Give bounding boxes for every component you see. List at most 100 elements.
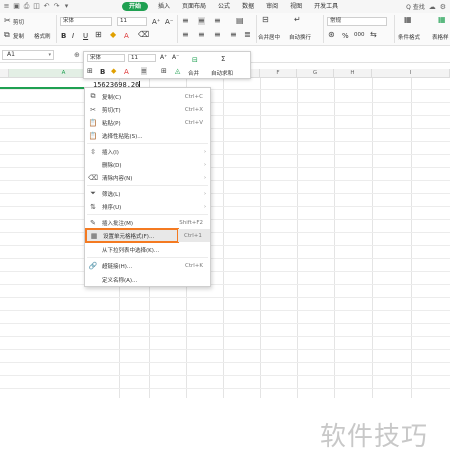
font-color-icon[interactable]: A xyxy=(124,32,129,40)
mini-merge-button[interactable]: 合并 xyxy=(188,69,199,77)
mini-shrink-font-button[interactable]: A⁻ xyxy=(172,54,179,61)
cut-button[interactable]: 剪切 xyxy=(13,18,24,26)
mini-font-name-select[interactable]: 宋体 xyxy=(87,54,125,62)
column-header-i[interactable]: I xyxy=(372,69,450,78)
conditional-format-icon[interactable]: ▦ xyxy=(404,16,412,24)
table-style-button[interactable]: 表格样 xyxy=(432,33,449,41)
align-right-icon[interactable]: ≡ xyxy=(214,31,221,39)
italic-button[interactable]: I xyxy=(72,32,74,40)
corner-select-all[interactable] xyxy=(0,69,9,78)
paste-icon: 📋 xyxy=(88,118,98,127)
preview-icon[interactable]: ◫ xyxy=(33,3,40,10)
tab-developer[interactable]: 开发工具 xyxy=(308,0,344,13)
mini-autosum-button[interactable]: 自动求和 xyxy=(211,69,233,77)
menu-item-delete[interactable]: 删除(D) › xyxy=(85,158,210,171)
tab-review[interactable]: 审阅 xyxy=(260,0,284,13)
wrap-text-icon[interactable]: ↵ xyxy=(294,16,301,24)
mini-border-icon[interactable]: ⊞ xyxy=(161,67,167,75)
table-style-icon[interactable]: ▦ xyxy=(438,16,446,24)
mini-bold-button[interactable]: B xyxy=(100,68,105,76)
distribute-icon[interactable]: ≣ xyxy=(244,31,251,39)
tab-formulas[interactable]: 公式 xyxy=(212,0,236,13)
print-icon[interactable]: ⎙ xyxy=(23,3,30,10)
eraser-icon: ⌫ xyxy=(88,173,98,182)
menu-item-copy[interactable]: ⧉ 复制(C) Ctrl+C xyxy=(85,90,210,103)
merge-center-button[interactable]: 合并居中 xyxy=(258,33,280,41)
align-left-icon[interactable]: ≡ xyxy=(182,31,189,39)
menu-item-insert-comment[interactable]: ✎ 插入批注(M) Shift+F2 xyxy=(85,216,210,229)
menu-item-shortcut: Ctrl+1 xyxy=(184,232,202,239)
menu-item-clear-contents[interactable]: ⌫ 清除内容(N) › xyxy=(85,171,210,184)
copy-button[interactable]: 复制 xyxy=(13,32,24,40)
mini-merge-icon[interactable]: ⊟ xyxy=(192,56,198,64)
menu-item-pick-from-list[interactable]: 从下拉列表中选择(K)... xyxy=(85,243,210,256)
mini-autosum-icon[interactable]: Σ xyxy=(221,55,225,63)
align-top-icon[interactable]: ≡ xyxy=(182,17,189,25)
menu-item-format-cells[interactable]: ▦ 设置单元格格式(F)... xyxy=(85,228,179,243)
menu-item-shortcut: Shift+F2 xyxy=(179,219,203,226)
menu-item-sort[interactable]: ⇅ 排序(U) › xyxy=(85,200,210,213)
chevron-down-icon[interactable]: ▾ xyxy=(63,3,70,10)
settings-icon[interactable]: ⚙ xyxy=(440,3,446,11)
mini-align-center-icon[interactable]: ≡ xyxy=(141,67,147,75)
mini-font-size-select[interactable]: 11 xyxy=(128,54,156,62)
tab-insert[interactable]: 插入 xyxy=(152,0,176,13)
align-middle-icon[interactable]: ≡ xyxy=(198,17,205,25)
shrink-font-icon[interactable]: A⁻ xyxy=(165,18,173,26)
menu-item-paste-special[interactable]: 📋 选择性粘贴(S)... xyxy=(85,129,210,142)
menu-item-filter[interactable]: ⏷ 筛选(L) › xyxy=(85,187,210,200)
search-command[interactable]: Q 查找 xyxy=(406,2,425,11)
conditional-format-button[interactable]: 条件格式 xyxy=(398,33,420,41)
chevron-down-icon[interactable]: ▾ xyxy=(48,51,51,59)
menu-item-format-cells-shortcut-area[interactable]: Ctrl+1 xyxy=(178,229,210,242)
grow-font-icon[interactable]: A⁺ xyxy=(152,18,160,26)
name-box[interactable]: A1 ▾ xyxy=(2,50,54,60)
tab-home[interactable]: 开始 xyxy=(122,2,149,11)
font-size-select[interactable]: 11 xyxy=(117,17,147,26)
selected-cell-a1[interactable] xyxy=(0,86,85,89)
number-format-select[interactable]: 常规 xyxy=(327,17,387,26)
cut-icon[interactable]: ✂ xyxy=(4,17,11,25)
redo-icon[interactable]: ↷ xyxy=(53,3,60,10)
column-header-f[interactable]: F xyxy=(260,69,297,78)
menu-item-define-name[interactable]: 定义名称(A)... xyxy=(85,273,210,286)
save-icon[interactable]: ▣ xyxy=(13,3,20,10)
font-name-select[interactable]: 宋体 xyxy=(60,17,112,26)
undo-icon[interactable]: ↶ xyxy=(43,3,50,10)
mini-font-color-icon[interactable]: A xyxy=(124,68,129,76)
format-painter-button[interactable]: 格式刷 xyxy=(34,32,51,40)
percent-button[interactable]: % xyxy=(342,32,349,40)
tab-page-layout[interactable]: 页面布局 xyxy=(176,0,212,13)
merge-center-icon[interactable]: ⊟ xyxy=(262,16,269,24)
tab-view[interactable]: 视图 xyxy=(284,0,308,13)
mini-style-icon[interactable]: ⊞ xyxy=(87,67,93,75)
menu-item-hyperlink[interactable]: 🔗 超链接(H)... Ctrl+K xyxy=(85,259,210,272)
zoom-icon[interactable]: ⊕ xyxy=(74,51,80,59)
fill-color-icon[interactable]: ◆ xyxy=(110,31,116,39)
border-icon[interactable]: ⊞ xyxy=(95,31,102,39)
menu-icon[interactable]: ≡ xyxy=(3,3,10,10)
menu-item-cut[interactable]: ✂ 剪切(T) Ctrl+X xyxy=(85,103,210,116)
mini-fill-color-icon[interactable]: ◆ xyxy=(111,67,116,75)
column-header-h[interactable]: H xyxy=(334,69,372,78)
copy-icon[interactable]: ⧉ xyxy=(4,31,10,39)
menu-item-insert[interactable]: ⇳ 插入(I) › xyxy=(85,145,210,158)
wrap-text-button[interactable]: 自动换行 xyxy=(289,33,311,41)
align-center-icon[interactable]: ≡ xyxy=(198,31,205,39)
align-bottom-icon[interactable]: ≡ xyxy=(214,17,221,25)
currency-icon[interactable]: ⊛ xyxy=(328,31,335,39)
bold-button[interactable]: B xyxy=(61,32,66,40)
orientation-icon[interactable]: ▤ xyxy=(236,17,244,25)
mini-fill-icon[interactable]: ◬ xyxy=(175,67,180,75)
tab-data[interactable]: 数据 xyxy=(236,0,260,13)
paste-special-icon: 📋 xyxy=(88,131,98,140)
mini-grow-font-button[interactable]: A⁺ xyxy=(160,54,167,61)
thousands-button[interactable]: 000 xyxy=(354,32,365,38)
column-header-g[interactable]: G xyxy=(297,69,334,78)
cloud-icon[interactable]: ☁ xyxy=(429,3,436,11)
menu-item-paste[interactable]: 📋 粘贴(P) Ctrl+V xyxy=(85,116,210,129)
decimal-icon[interactable]: ⇆ xyxy=(370,31,377,39)
eraser-icon[interactable]: ⌫ xyxy=(138,31,149,39)
underline-button[interactable]: U xyxy=(83,32,88,40)
justify-icon[interactable]: ≡ xyxy=(230,31,237,39)
